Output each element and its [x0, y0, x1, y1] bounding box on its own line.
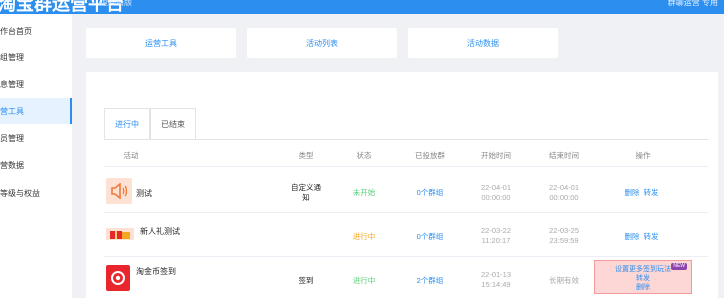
col-header-groups: 已投放群 — [415, 151, 445, 160]
row-divider — [104, 212, 708, 213]
tab-ended[interactable]: 已结束 — [150, 108, 196, 140]
new-badge: NEW — [671, 263, 687, 270]
col-header-type: 类型 — [298, 151, 314, 160]
groups-link[interactable]: 0个群组 — [417, 188, 444, 198]
tab-in-progress[interactable]: 进行中 — [104, 108, 150, 140]
sidebar-item-members[interactable]: 员管理 — [0, 125, 72, 151]
start-time: 22-04-01 00:00:00 — [480, 183, 512, 202]
top-bar: 淘宝群运营平台 返回旧版 群聊运营 专用 — [0, 0, 724, 14]
user-info[interactable]: 群聊运营 专用 — [668, 0, 718, 8]
start-time: 22-03-22 11:20:17 — [480, 226, 512, 245]
groups-link[interactable]: 0个群组 — [417, 232, 444, 242]
delete-button[interactable]: 删除 — [625, 232, 640, 242]
activity-name: 淘金币签到 — [136, 267, 176, 276]
sidebar: 作台首页 组管理 息管理 营工具 员管理 营数据 等级与权益 — [0, 14, 72, 298]
col-header-start: 开始时间 — [481, 151, 511, 160]
back-old-version-link[interactable]: 返回旧版 — [100, 0, 132, 8]
sidebar-item-levels[interactable]: 等级与权益 — [0, 180, 72, 206]
start-time: 22-01-13 15:14:49 — [480, 270, 512, 289]
status-badge: 进行中 — [352, 276, 376, 285]
status-badge: 未开始 — [352, 188, 376, 197]
quick-card-activity-list[interactable]: 活动列表 — [247, 28, 397, 58]
forward-button[interactable]: 转发 — [595, 274, 691, 283]
activity-type: 签到 — [298, 276, 314, 285]
header-divider — [104, 166, 708, 167]
activity-name: 测试 — [136, 189, 152, 198]
col-header-end: 结束时间 — [549, 151, 579, 160]
sidebar-item-messages[interactable]: 息管理 — [0, 71, 72, 97]
promo-box: NEW 设置更多签到玩法 转发 删除 — [594, 260, 692, 294]
end-time: 长期有效 — [549, 276, 579, 285]
sidebar-item-data[interactable]: 营数据 — [0, 152, 72, 178]
gift-image — [106, 222, 134, 246]
status-badge: 进行中 — [352, 232, 376, 241]
quick-card-activity-data[interactable]: 活动数据 — [408, 28, 558, 58]
end-time: 22-04-01 00:00:00 — [548, 183, 580, 202]
row-divider — [104, 256, 708, 257]
forward-button[interactable]: 转发 — [644, 188, 659, 198]
delete-button[interactable]: 删除 — [595, 283, 691, 292]
col-header-activity: 活动 — [123, 151, 139, 160]
taojinbi-logo — [106, 265, 130, 291]
activity-name: 新人礼测试 — [140, 227, 180, 236]
megaphone-icon — [106, 178, 132, 204]
end-time: 22-03-25 23:59:59 — [548, 226, 580, 245]
delete-button[interactable]: 删除 — [625, 188, 640, 198]
quick-card-tools[interactable]: 运营工具 — [86, 28, 236, 58]
sidebar-item-tools[interactable]: 营工具 — [0, 98, 72, 124]
tab-divider — [104, 139, 708, 140]
activity-type: 自定义通知 — [291, 183, 321, 202]
groups-link[interactable]: 2个群组 — [417, 276, 444, 286]
forward-button[interactable]: 转发 — [644, 232, 659, 242]
sidebar-item-home[interactable]: 作台首页 — [0, 18, 72, 44]
sidebar-item-groups[interactable]: 组管理 — [0, 44, 72, 70]
activity-panel: 进行中 已结束 活动 类型 状态 已投放群 开始时间 结束时间 操作 测试 自定… — [86, 72, 718, 298]
col-header-actions: 操作 — [635, 151, 651, 160]
col-header-status: 状态 — [356, 151, 372, 160]
tab-bar: 进行中 已结束 — [104, 108, 196, 140]
